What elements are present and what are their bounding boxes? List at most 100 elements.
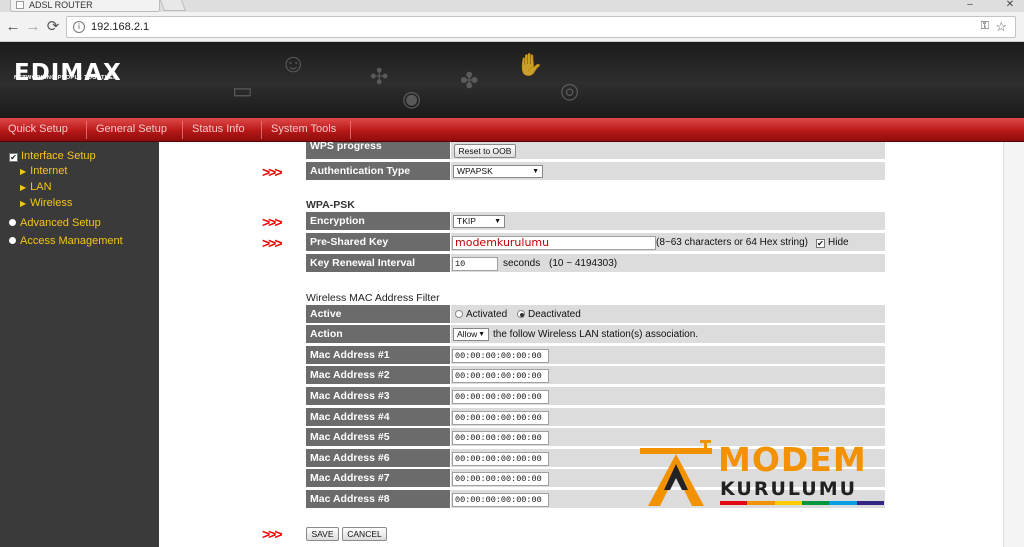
wpapsk-section-title: WPA-PSK [306,199,355,211]
bookmark-star-icon[interactable]: ☆ [995,19,1007,35]
active-label: Active [306,305,450,324]
mac-address-label: Mac Address #1 [306,346,450,365]
smiley-icon: ☺ [280,48,307,78]
annotation-arrow: >>> [262,526,282,542]
action-label: Action [306,325,450,344]
handshake-icon: ✋ [516,52,544,77]
mac-address-input[interactable]: 00:00:00:00:00:00 [452,452,549,466]
sidebar-item-lan[interactable]: ▶ LAN [20,181,52,193]
bullet-icon [9,219,16,226]
browser-tab-strip: ADSL ROUTER – ✕ [0,0,1024,12]
puzzle-icon: ✤ [460,68,479,93]
gamepad-icon: ◉ [402,86,422,111]
auth-type-select[interactable]: WPAPSK ▼ [453,165,543,178]
new-tab-button[interactable] [159,0,187,11]
close-window-icon[interactable]: ✕ [1000,0,1020,12]
action-select[interactable]: Allow ▼ [453,328,489,341]
header-banner: EDIMAX NETWORKING PEOPLE TOGETHER ☺ ▭ ✣ … [0,42,1024,118]
sidebar-item-advanced-setup[interactable]: Advanced Setup [9,217,101,229]
psk-label: Pre-Shared Key [306,233,450,252]
reset-oob-button[interactable]: Reset to OOB [454,144,516,158]
forward-arrow-icon[interactable]: → [24,18,42,36]
save-button[interactable]: SAVE [306,527,339,541]
triangle-right-icon: ▶ [20,183,27,192]
checkmark-icon: ✔ [9,153,18,162]
mac-address-input[interactable]: 00:00:00:00:00:00 [452,431,549,445]
back-arrow-icon[interactable]: ← [4,18,22,36]
menu-quick-setup[interactable]: Quick Setup [8,123,68,135]
reload-icon[interactable]: ⟳ [44,18,62,36]
menu-system-tools[interactable]: System Tools [271,123,336,135]
mac-address-label: Mac Address #6 [306,449,450,468]
mac-address-input[interactable]: 00:00:00:00:00:00 [452,349,549,363]
browser-tab[interactable]: ADSL ROUTER [10,0,160,12]
renewal-input[interactable]: 10 [452,257,498,271]
mac-address-input[interactable]: 00:00:00:00:00:00 [452,472,549,486]
menu-divider [261,121,262,139]
deactivated-radio[interactable]: Deactivated [517,309,581,320]
mac-address-label: Mac Address #2 [306,366,450,385]
annotation-arrow: >>> [262,214,282,230]
mac-address-cell: 00:00:00:00:00:00 [451,366,885,385]
brand-logo: EDIMAX [14,60,122,86]
chevron-down-icon: ▼ [494,218,501,225]
renewal-range: (10 ~ 4194303) [549,258,618,269]
triangle-right-icon: ▶ [20,199,27,208]
encryption-select[interactable]: TKIP ▼ [453,215,505,228]
triangle-right-icon: ▶ [20,167,27,176]
sidebar-item-wireless[interactable]: ▶ Wireless [20,197,72,209]
watermark-line2: KURULUMU [720,478,858,500]
mac-address-cell: 00:00:00:00:00:00 [451,408,885,427]
sidebar-item-internet[interactable]: ▶ Internet [20,165,67,177]
cancel-button[interactable]: CANCEL [342,527,387,541]
encryption-cell: TKIP ▼ [451,212,885,231]
hide-checkbox[interactable]: ✔ Hide [816,237,849,248]
key-icon[interactable]: ⚿ [981,20,989,33]
minimize-icon[interactable]: – [960,0,980,12]
shapes-icon: ✣ [370,64,389,89]
modemkurulumu-watermark-logo: MODEM KURULUMU [638,440,886,506]
psk-cell: modemkurulumu (8~63 characters or 64 Hex… [451,233,885,252]
menu-status-info[interactable]: Status Info [192,123,245,135]
mac-address-label: Mac Address #4 [306,408,450,427]
sidebar-item-label: Access Management [20,235,123,247]
action-cell: Allow ▼ the follow Wireless LAN station(s… [451,325,885,344]
mac-address-input[interactable]: 00:00:00:00:00:00 [452,411,549,425]
auth-type-cell: WPAPSK ▼ [451,162,885,181]
sidebar-item-label: Interface Setup [21,150,96,162]
info-icon[interactable]: i [73,21,85,33]
sidebar-item-access-management[interactable]: Access Management [9,235,123,247]
menu-general-setup[interactable]: General Setup [96,123,167,135]
frame-scroll-gutter[interactable] [1003,142,1024,547]
browser-toolbar: ← → ⟳ i 192.168.2.1 ⚿ ☆ [0,12,1024,42]
address-bar[interactable]: i 192.168.2.1 ⚿ ☆ [66,16,1016,38]
wps-progress-value: Reset to OOB [451,142,885,160]
renewal-unit: seconds [503,258,541,269]
url-text[interactable]: 192.168.2.1 [91,21,149,33]
mac-address-input[interactable]: 00:00:00:00:00:00 [452,493,549,507]
folder-icon: ▭ [232,78,253,103]
sidebar-item-label: LAN [30,181,52,193]
radio-icon [455,310,463,318]
eye-icon: ◎ [560,78,580,103]
mac-address-cell: 00:00:00:00:00:00 [451,346,885,365]
activated-radio[interactable]: Activated [455,309,507,320]
mac-address-input[interactable]: 00:00:00:00:00:00 [452,369,549,383]
sidebar-item-label: Internet [30,165,68,177]
chevron-down-icon: ▼ [478,331,485,338]
mac-address-label: Mac Address #8 [306,490,450,509]
tab-title: ADSL ROUTER [29,0,93,10]
menu-divider [182,121,183,139]
chevron-down-icon: ▼ [532,168,539,175]
psk-input[interactable]: modemkurulumu [452,236,656,250]
menu-divider [350,121,351,139]
mac-address-input[interactable]: 00:00:00:00:00:00 [452,390,549,404]
mac-address-cell: 00:00:00:00:00:00 [451,387,885,406]
sidebar-item-interface-setup[interactable]: ✔ Interface Setup [9,150,96,162]
mac-filter-title: Wireless MAC Address Filter [306,292,440,304]
annotation-arrow: >>> [262,164,282,180]
checkmark-icon: ✔ [816,239,825,248]
mac-address-label: Mac Address #7 [306,469,450,488]
watermark-line1: MODEM [718,440,867,479]
auth-type-label: Authentication Type [306,162,450,181]
